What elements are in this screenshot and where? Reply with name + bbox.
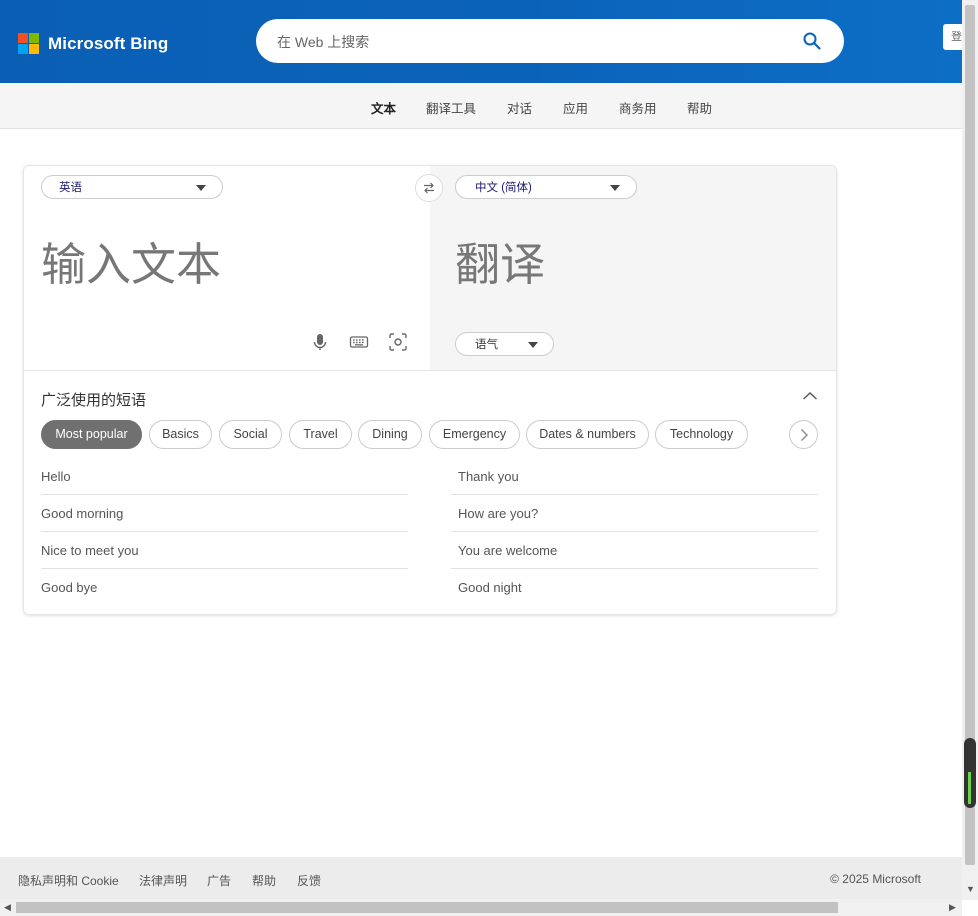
target-language-label: 中文 (简体)	[475, 182, 532, 194]
search-box[interactable]	[256, 19, 844, 65]
category-chip-dates-numbers[interactable]: Dates & numbers	[526, 420, 649, 449]
camera-scan-icon[interactable]	[388, 332, 408, 352]
phrase-item[interactable]: Hello	[41, 469, 71, 484]
category-chip-dining[interactable]: Dining	[358, 420, 422, 449]
scroll-right-arrow-icon[interactable]: ▶	[949, 902, 956, 913]
nav-item-apps[interactable]: 应用	[563, 98, 588, 117]
scroll-left-arrow-icon[interactable]: ◀	[4, 902, 11, 913]
nav-item-translator-tools[interactable]: 翻译工具	[426, 98, 476, 117]
translation-output: 翻译	[455, 239, 546, 290]
brand-name: Microsoft Bing	[48, 33, 169, 53]
microphone-icon[interactable]	[310, 332, 330, 352]
nav-item-text[interactable]: 文本	[371, 98, 396, 117]
phrase-item[interactable]: Good morning	[41, 506, 123, 521]
footer-link-feedback[interactable]: 反馈	[297, 872, 321, 889]
phrase-divider	[41, 494, 408, 495]
chevron-down-icon	[196, 185, 206, 191]
swap-icon	[424, 182, 434, 194]
category-chip-social[interactable]: Social	[219, 420, 282, 449]
nav-bar: 文本 翻译工具 对话 应用 商务用 帮助	[0, 83, 962, 129]
tone-label: 语气	[475, 339, 498, 351]
keyboard-icon[interactable]	[349, 332, 369, 352]
footer-link-legal[interactable]: 法律声明	[139, 872, 187, 889]
phrase-item[interactable]: Good bye	[41, 580, 97, 595]
nav-item-business[interactable]: 商务用	[619, 98, 657, 117]
phrase-divider	[451, 568, 818, 569]
phrase-item[interactable]: You are welcome	[458, 543, 557, 558]
category-chip-emergency[interactable]: Emergency	[429, 420, 520, 449]
phrase-item[interactable]: Thank you	[458, 469, 519, 484]
phrase-divider	[451, 531, 818, 532]
horizontal-scrollbar-thumb[interactable]	[16, 902, 838, 913]
phrase-divider	[451, 494, 818, 495]
nav-item-conversation[interactable]: 对话	[507, 98, 532, 117]
category-chip-most-popular[interactable]: Most popular	[41, 420, 142, 449]
search-input[interactable]	[275, 19, 779, 65]
nav-item-help[interactable]: 帮助	[687, 98, 712, 117]
bing-logo[interactable]: Microsoft Bing	[18, 33, 168, 54]
source-language-label: 英语	[59, 182, 82, 194]
chevron-right-icon	[800, 428, 808, 441]
swap-languages-button[interactable]	[415, 174, 443, 202]
phrase-item[interactable]: Good night	[458, 580, 522, 595]
signin-button[interactable]: 登录	[943, 24, 962, 50]
target-language-select[interactable]: 中文 (简体)	[455, 175, 637, 199]
chevron-down-icon	[528, 342, 538, 348]
tone-select[interactable]: 语气	[455, 332, 554, 356]
category-chip-technology[interactable]: Technology	[655, 420, 748, 449]
category-chip-travel[interactable]: Travel	[289, 420, 352, 449]
chevron-down-icon	[610, 185, 620, 191]
copyright-text: © 2025 Microsoft	[830, 872, 921, 886]
phrase-divider	[41, 568, 408, 569]
phrase-item[interactable]: How are you?	[458, 506, 538, 521]
phrase-divider	[41, 531, 408, 532]
header-bar: Microsoft Bing 登录	[0, 0, 962, 83]
search-icon[interactable]	[802, 31, 822, 51]
scroll-down-arrow-icon[interactable]: ▼	[966, 884, 975, 894]
chevron-up-icon[interactable]	[802, 390, 818, 402]
footer-link-ads[interactable]: 广告	[207, 872, 231, 889]
phrase-item[interactable]: Nice to meet you	[41, 543, 139, 558]
footer-link-help[interactable]: 帮助	[252, 872, 276, 889]
source-language-select[interactable]: 英语	[41, 175, 223, 199]
microsoft-logo-icon	[18, 33, 39, 54]
translator-card: 英语 中文 (简体) 输入文本 翻译 语气 广泛使用的短语 Most popul…	[23, 165, 837, 615]
category-chip-basics[interactable]: Basics	[149, 420, 212, 449]
next-categories-button[interactable]	[789, 420, 818, 449]
section-divider	[24, 370, 836, 371]
footer-link-privacy[interactable]: 隐私声明和 Cookie	[18, 872, 119, 889]
side-widget-indicator	[968, 772, 971, 804]
footer-bar: 隐私声明和 Cookie 法律声明 广告 帮助 反馈 © 2025 Micros…	[0, 857, 962, 899]
source-text-input[interactable]: 输入文本	[41, 228, 221, 293]
phrases-title: 广泛使用的短语	[41, 392, 147, 409]
vertical-scrollbar-thumb[interactable]	[965, 5, 975, 865]
